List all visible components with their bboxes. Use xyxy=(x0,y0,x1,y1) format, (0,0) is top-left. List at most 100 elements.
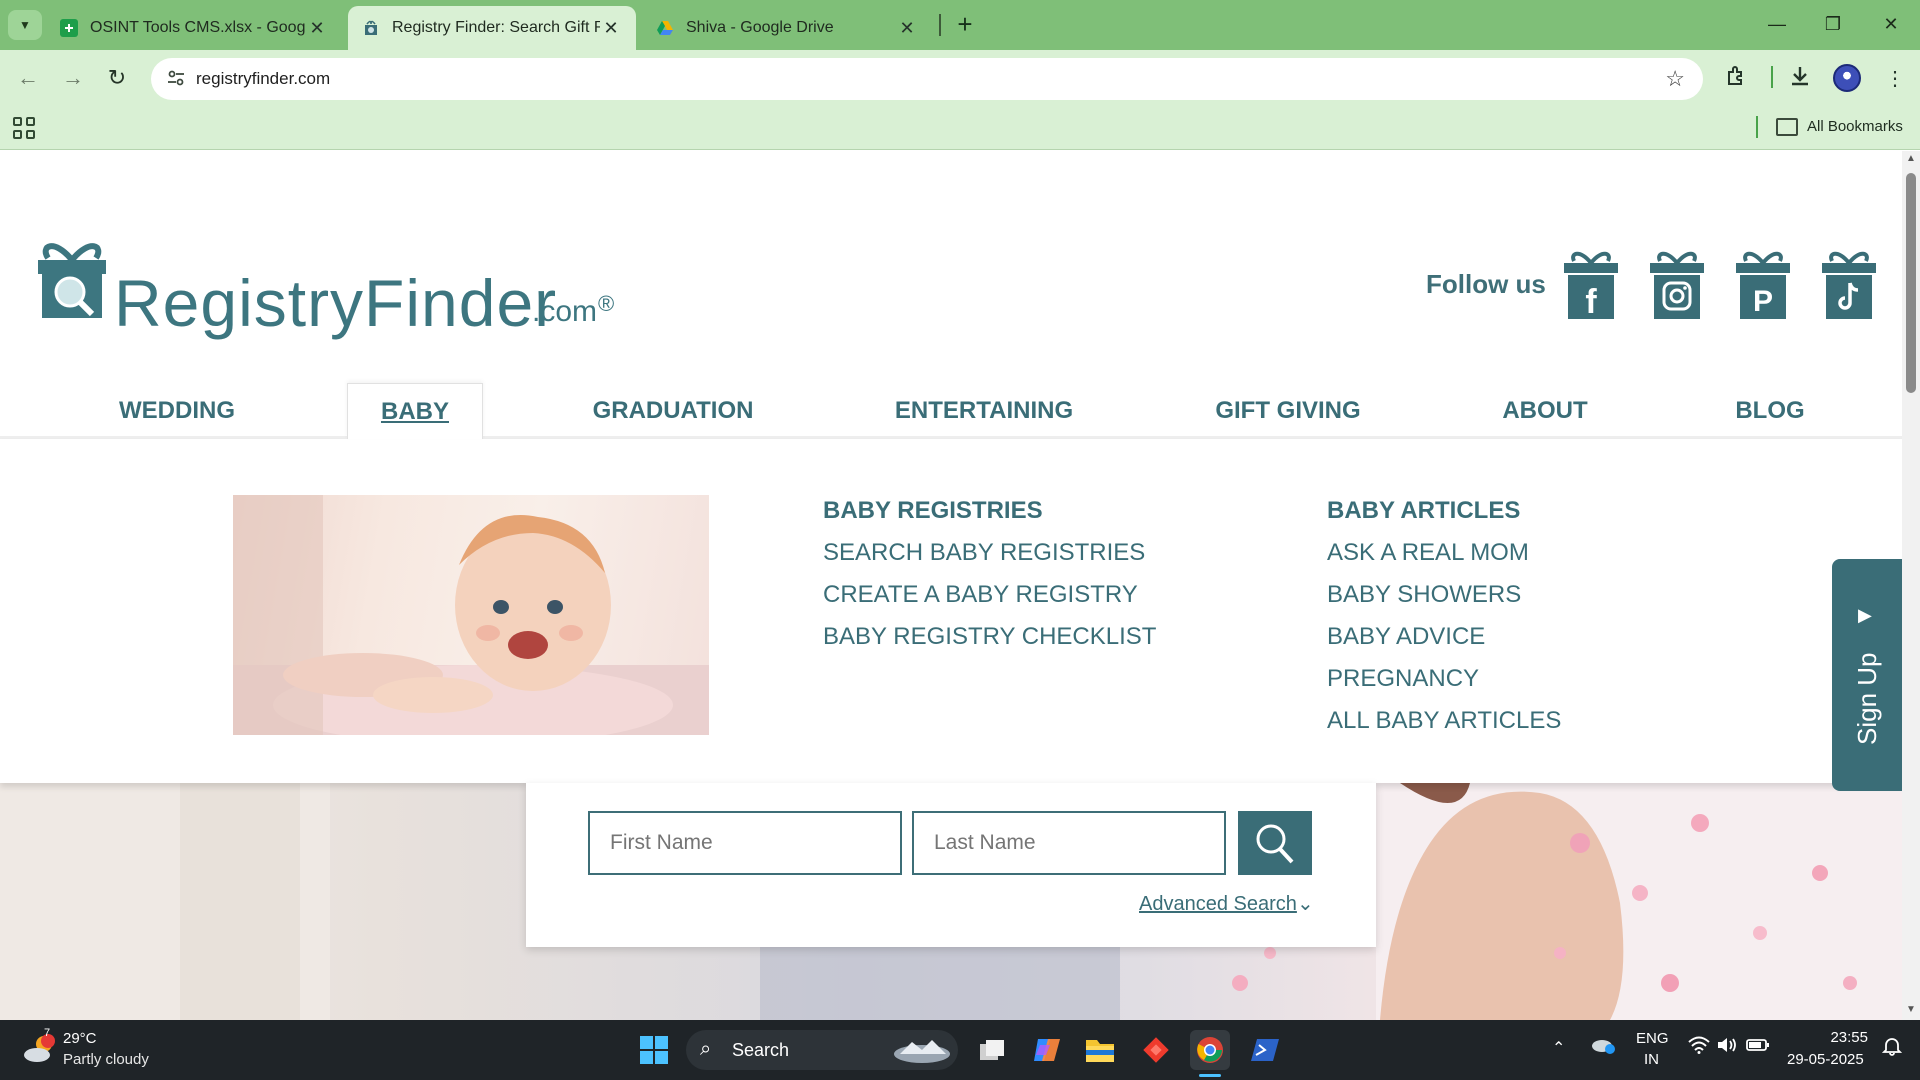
download-icon[interactable] xyxy=(1785,64,1815,94)
nav-baby[interactable]: BABY xyxy=(347,383,483,439)
wifi-icon[interactable] xyxy=(1688,1036,1710,1059)
new-tab-button[interactable]: + xyxy=(949,8,981,40)
signup-side-tab[interactable]: ▶ Sign Up xyxy=(1832,559,1902,791)
scrollbar-thumb[interactable] xyxy=(1906,173,1916,393)
folder-icon[interactable] xyxy=(1776,118,1798,136)
chevron-up-icon[interactable]: ⌃ xyxy=(1552,1038,1565,1058)
browser-toolbar: ← → ↻ registryfinder.com ☆ ⋮ xyxy=(0,50,1920,106)
bookmark-divider xyxy=(1756,116,1758,138)
notification-bell-icon[interactable] xyxy=(1881,1036,1903,1061)
baby-dropdown-menu: BABY REGISTRIES SEARCH BABY REGISTRIES C… xyxy=(0,439,1902,783)
clock-date[interactable]: 29-05-2025 xyxy=(1787,1051,1864,1068)
taskbar-search[interactable]: ⌕ Search xyxy=(686,1030,958,1070)
chrome-taskbar-icon[interactable] xyxy=(1190,1030,1230,1070)
chevron-down-icon[interactable]: ⌄ xyxy=(1297,891,1314,916)
restore-button[interactable]: ❐ xyxy=(1808,6,1858,42)
pregnancy-link[interactable]: PREGNANCY xyxy=(1327,665,1479,693)
minimize-button[interactable]: — xyxy=(1752,6,1802,42)
baby-showers-link[interactable]: BABY SHOWERS xyxy=(1327,581,1521,609)
tiktok-icon[interactable] xyxy=(1820,249,1878,321)
tab-google-drive[interactable]: Shiva - Google Drive ✕ xyxy=(642,6,932,50)
search-baby-registries-link[interactable]: SEARCH BABY REGISTRIES xyxy=(823,539,1145,567)
scroll-up-icon[interactable]: ▲ xyxy=(1905,153,1917,164)
taskbar: 7 29°C Partly cloudy ⌕ Search ⌃ ENG IN 2… xyxy=(0,1020,1920,1080)
close-window-button[interactable]: ✕ xyxy=(1866,6,1916,42)
scroll-down-icon[interactable]: ▼ xyxy=(1905,1004,1917,1015)
tab-title: Registry Finder: Search Gift Reg xyxy=(392,19,600,36)
onedrive-icon[interactable] xyxy=(1590,1034,1616,1061)
drive-icon xyxy=(656,19,674,37)
windows-start-icon[interactable] xyxy=(634,1030,674,1070)
search-highlight-icon xyxy=(894,1040,950,1063)
powershell-icon[interactable] xyxy=(1246,1030,1286,1070)
language-top[interactable]: ENG xyxy=(1636,1030,1669,1047)
tab-search-button[interactable]: ▼ xyxy=(8,10,42,40)
close-icon[interactable]: ✕ xyxy=(600,18,622,39)
facebook-icon[interactable]: f xyxy=(1562,249,1620,321)
tab-title: Shiva - Google Drive xyxy=(686,19,834,36)
anydesk-icon[interactable] xyxy=(1136,1030,1176,1070)
logo-dotcom: .com xyxy=(532,295,598,328)
nav-blog[interactable]: BLOG xyxy=(1724,383,1816,439)
weather-icon[interactable] xyxy=(22,1034,56,1064)
battery-icon[interactable] xyxy=(1746,1036,1770,1059)
nav-graduation[interactable]: GRADUATION xyxy=(578,383,768,439)
svg-text:f: f xyxy=(1585,283,1597,321)
baby-registries-heading[interactable]: BABY REGISTRIES xyxy=(823,497,1043,525)
arrow-left-icon: ← xyxy=(17,65,39,90)
search-button[interactable] xyxy=(1238,811,1312,875)
tab-registry-finder[interactable]: Registry Finder: Search Gift Reg ✕ xyxy=(348,6,636,50)
all-bookmarks-link[interactable]: All Bookmarks xyxy=(1807,118,1903,135)
kebab-menu-icon[interactable]: ⋮ xyxy=(1880,64,1910,94)
weather-badge: 7 xyxy=(44,1027,51,1039)
nav-about[interactable]: ABOUT xyxy=(1490,383,1600,439)
page-scrollbar[interactable]: ▲ ▼ xyxy=(1902,151,1920,1020)
site-info-icon[interactable] xyxy=(165,68,187,90)
advanced-search-link[interactable]: Advanced Search xyxy=(1139,893,1297,916)
clock-time[interactable]: 23:55 xyxy=(1830,1029,1868,1046)
page-viewport: RegistryFinder .com ® Follow us f P WEDD… xyxy=(0,151,1902,1020)
address-bar[interactable]: registryfinder.com ☆ xyxy=(151,58,1703,100)
baby-articles-heading[interactable]: BABY ARTICLES xyxy=(1327,497,1520,525)
logo-wordmark[interactable]: RegistryFinder xyxy=(114,265,557,341)
tab-osint-sheet[interactable]: OSINT Tools CMS.xlsx - Google ✕ xyxy=(46,6,342,50)
file-explorer-icon[interactable] xyxy=(1080,1030,1120,1070)
baby-advice-link[interactable]: BABY ADVICE xyxy=(1327,623,1485,651)
apps-grid-icon[interactable] xyxy=(13,117,35,139)
all-baby-articles-link[interactable]: ALL BABY ARTICLES xyxy=(1327,707,1561,735)
nav-entertaining[interactable]: ENTERTAINING xyxy=(882,383,1086,439)
volume-icon[interactable] xyxy=(1716,1036,1738,1059)
registryfinder-icon xyxy=(362,19,380,37)
last-name-input[interactable] xyxy=(912,811,1226,875)
search-icon: ⌕ xyxy=(700,1038,712,1060)
reload-button[interactable]: ↻ xyxy=(99,60,135,96)
copilot-icon[interactable] xyxy=(1025,1030,1065,1070)
weather-temperature: 29°C xyxy=(63,1030,97,1047)
ask-a-real-mom-link[interactable]: ASK A REAL MOM xyxy=(1327,539,1529,567)
first-name-input[interactable] xyxy=(588,811,902,875)
bookmarks-bar: All Bookmarks xyxy=(0,106,1920,150)
baby-registry-checklist-link[interactable]: BABY REGISTRY CHECKLIST xyxy=(823,623,1156,651)
back-button[interactable]: ← xyxy=(10,60,46,96)
close-icon[interactable]: ✕ xyxy=(896,18,918,39)
language-bottom[interactable]: IN xyxy=(1644,1051,1659,1068)
close-icon[interactable]: ✕ xyxy=(306,18,328,39)
arrow-right-icon: → xyxy=(62,65,84,90)
logo-gift-icon[interactable] xyxy=(34,236,110,322)
nav-gift-giving[interactable]: GIFT GIVING xyxy=(1196,383,1380,439)
extensions-icon[interactable] xyxy=(1722,64,1752,94)
toolbar-divider xyxy=(1771,66,1773,88)
signup-label: Sign Up xyxy=(1852,652,1882,746)
logo-registered: ® xyxy=(598,291,615,316)
forward-button[interactable]: → xyxy=(55,60,91,96)
pinterest-icon[interactable]: P xyxy=(1734,249,1792,321)
task-view-icon[interactable] xyxy=(972,1030,1012,1070)
instagram-icon[interactable] xyxy=(1648,249,1706,321)
create-baby-registry-link[interactable]: CREATE A BABY REGISTRY xyxy=(823,581,1138,609)
search-icon xyxy=(1256,824,1294,864)
profile-avatar[interactable] xyxy=(1833,64,1861,92)
sheets-icon xyxy=(60,19,78,37)
bookmark-star-icon[interactable]: ☆ xyxy=(1665,66,1685,92)
nav-wedding[interactable]: WEDDING xyxy=(100,383,254,439)
main-nav: WEDDING BABY GRADUATION ENTERTAINING GIF… xyxy=(0,383,1902,439)
